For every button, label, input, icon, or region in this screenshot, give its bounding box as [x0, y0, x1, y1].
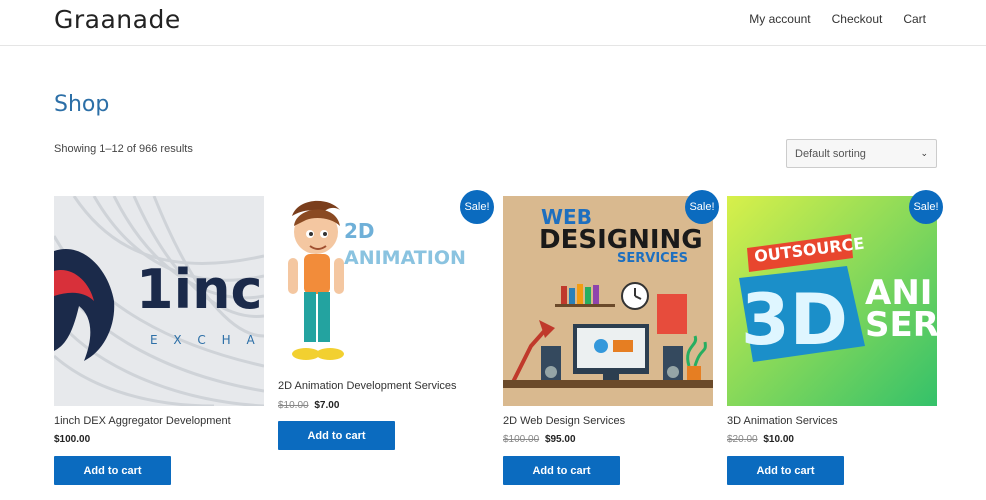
image-text: SER: [865, 305, 937, 345]
product-image[interactable]: 1inc E X C H A: [54, 196, 264, 406]
product-image[interactable]: OUTSOURCE 3D ANI SER: [727, 196, 937, 406]
product-price: $20.00 $10.00: [727, 434, 794, 445]
add-to-cart-button[interactable]: Add to cart: [54, 456, 171, 485]
result-count: Showing 1–12 of 966 results: [54, 143, 193, 155]
product-card: WEB DESIGNING SERVICES Sale! 2D Web Desi…: [503, 190, 719, 486]
sale-badge: Sale!: [460, 190, 494, 224]
product-card: 2D ANIMATION Sale! 2D Animation Developm…: [278, 190, 494, 454]
product-price: $100.00: [54, 434, 90, 445]
product-name[interactable]: 2D Web Design Services: [503, 415, 625, 427]
current-price: $95.00: [544, 434, 576, 445]
current-price: $10.00: [763, 434, 794, 445]
product-card: OUTSOURCE 3D ANI SER Sale! 3D Animation …: [727, 190, 943, 486]
site-header: Graanade My account Checkout Cart: [0, 0, 986, 46]
product-name[interactable]: 3D Animation Services: [727, 415, 838, 427]
product-price: $10.00 $7.00: [278, 400, 339, 411]
sorting-value: Default sorting: [795, 147, 866, 160]
image-text: E X C H A: [150, 333, 261, 347]
old-price: $10.00: [278, 400, 309, 411]
main-nav: My account Checkout Cart: [749, 12, 926, 26]
site-title[interactable]: Graanade: [54, 5, 181, 34]
sale-badge: Sale!: [909, 190, 943, 224]
product-image[interactable]: 2D ANIMATION: [278, 196, 488, 372]
product-name[interactable]: 2D Animation Development Services: [278, 380, 457, 392]
nav-cart[interactable]: Cart: [903, 12, 926, 26]
add-to-cart-button[interactable]: Add to cart: [278, 421, 395, 450]
chevron-down-icon: ⌄: [920, 148, 928, 158]
current-price: $100.00: [54, 434, 91, 445]
nav-my-account[interactable]: My account: [749, 12, 810, 26]
add-to-cart-button[interactable]: Add to cart: [727, 456, 844, 485]
image-text: ANIMATION: [344, 247, 466, 269]
sale-badge: Sale!: [685, 190, 719, 224]
product-price: $100.00 $95.00: [503, 434, 576, 445]
add-to-cart-button[interactable]: Add to cart: [503, 456, 620, 485]
image-text: SERVICES: [617, 251, 688, 266]
old-price: $20.00: [727, 434, 758, 445]
image-text: 1inc: [136, 258, 263, 321]
nav-checkout[interactable]: Checkout: [832, 12, 883, 26]
product-name[interactable]: 1inch DEX Aggregator Development: [54, 415, 231, 427]
sorting-select[interactable]: Default sorting ⌄: [786, 139, 937, 168]
product-image[interactable]: WEB DESIGNING SERVICES: [503, 196, 713, 406]
page-title: Shop: [54, 92, 110, 117]
old-price: $100.00: [503, 434, 540, 445]
current-price: $7.00: [314, 400, 340, 411]
image-text: 3D: [741, 279, 848, 361]
product-card: 1inc E X C H A 1inch DEX Aggregator Deve…: [54, 196, 264, 486]
image-text: 2D: [344, 219, 375, 243]
